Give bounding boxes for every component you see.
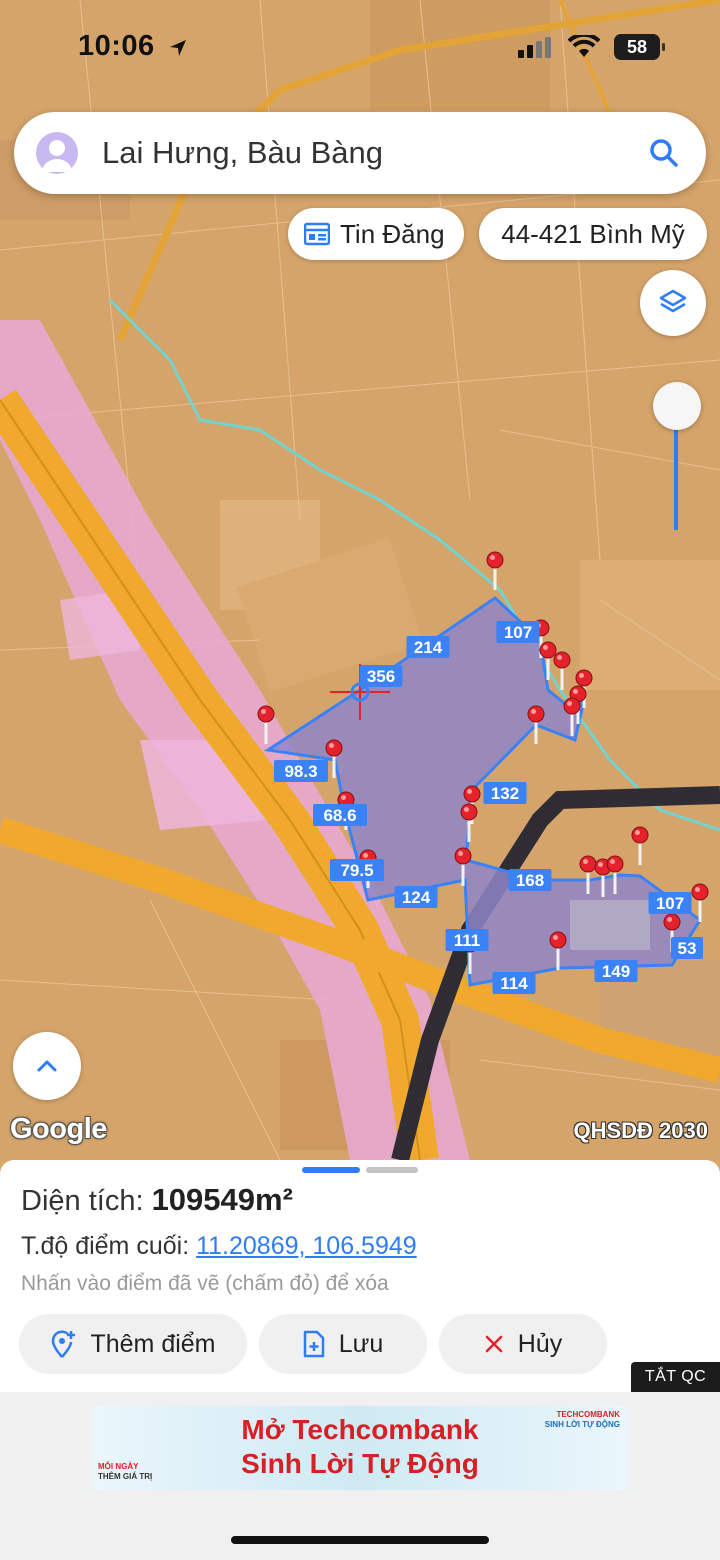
svg-text:214: 214 — [414, 638, 443, 657]
edge-length-label: 114 — [492, 972, 536, 994]
add-point-button[interactable]: Thêm điểm — [19, 1314, 247, 1374]
plan-code-chip[interactable]: 44-421 Bình Mỹ — [479, 208, 707, 260]
save-file-icon — [303, 1330, 325, 1358]
area-value: 109549m² — [151, 1182, 293, 1217]
status-bar: 10:06 58 — [0, 0, 720, 100]
svg-text:168: 168 — [516, 871, 544, 890]
save-label: Lưu — [338, 1329, 384, 1358]
edge-length-label: 168 — [508, 869, 552, 891]
area-row: Diện tích: 109549m² — [21, 1182, 293, 1218]
add-point-label: Thêm điểm — [90, 1329, 216, 1358]
home-indicator[interactable] — [231, 1536, 489, 1544]
cancel-button[interactable]: Hủy — [439, 1314, 607, 1374]
hide-ads-button[interactable]: TẮT QC — [631, 1362, 720, 1392]
bottom-sheet: Diện tích: 109549m² T.độ điểm cuối: 11.2… — [0, 1160, 720, 1392]
status-icons: 58 — [518, 34, 665, 60]
sheet-handle[interactable] — [366, 1167, 418, 1173]
edge-length-label: 111 — [445, 929, 489, 951]
google-logo: Google — [10, 1113, 107, 1145]
edge-length-label: 132 — [483, 782, 527, 804]
area-label: Diện tích: — [21, 1185, 152, 1217]
coord-row: T.độ điểm cuối: 11.20869, 106.5949 — [21, 1232, 417, 1261]
svg-text:132: 132 — [491, 784, 519, 803]
edge-length-label: 53 — [671, 937, 703, 959]
calendar-icon — [304, 222, 330, 246]
svg-text:68.6: 68.6 — [323, 806, 356, 825]
edge-length-label: 107 — [496, 621, 540, 643]
collapse-button[interactable] — [13, 1032, 81, 1100]
ad-brand-name: TECHCOMBANK — [556, 1410, 620, 1419]
listings-chip-label: Tin Đăng — [340, 218, 445, 249]
ad-brand-tag: SINH LỜI TỰ ĐỘNG — [544, 1420, 620, 1429]
layers-icon — [659, 289, 687, 313]
coord-label: T.độ điểm cuối: — [21, 1232, 197, 1260]
cancel-label: Hủy — [517, 1329, 563, 1358]
edge-length-label: 149 — [594, 960, 638, 982]
edge-length-label: 214 — [406, 636, 450, 658]
svg-text:107: 107 — [656, 894, 684, 913]
location-arrow-icon — [170, 40, 186, 56]
sheet-handle-active[interactable] — [302, 1167, 360, 1173]
edge-length-label: 356 — [359, 665, 403, 687]
user-icon — [42, 140, 72, 172]
svg-text:79.5: 79.5 — [340, 861, 373, 880]
ad-title-line-2: Sinh Lời Tự Động — [241, 1448, 479, 1479]
svg-text:114: 114 — [500, 974, 528, 993]
wifi-icon — [568, 35, 600, 57]
ad-banner[interactable]: Mở Techcombank Sinh Lời Tự Động MỖI NGÀY… — [92, 1406, 628, 1490]
ad-tagline-1: MỖI NGÀY — [98, 1462, 139, 1471]
svg-text:111: 111 — [454, 931, 481, 950]
plan-code-label: 44-421 Bình Mỹ — [501, 218, 685, 249]
layers-button[interactable] — [640, 270, 706, 336]
edge-length-label: 124 — [394, 886, 438, 908]
listings-chip[interactable]: Tin Đăng — [288, 208, 464, 260]
coord-link[interactable]: 11.20869, 106.5949 — [196, 1232, 417, 1260]
ad-tagline: MỖI NGÀY THÊM GIÁ TRỊ — [98, 1462, 152, 1482]
avatar[interactable] — [36, 132, 78, 174]
search-bar[interactable]: Lai Hưng, Bàu Bàng — [14, 112, 706, 194]
edge-length-label: 79.5 — [330, 859, 384, 881]
svg-text:124: 124 — [402, 888, 431, 907]
edge-length-label: 98.3 — [274, 760, 328, 782]
search-input[interactable]: Lai Hưng, Bàu Bàng — [102, 135, 644, 171]
edge-length-label: 68.6 — [313, 804, 367, 826]
add-location-icon — [50, 1329, 76, 1359]
battery-icon: 58 — [614, 34, 665, 60]
chevron-up-icon — [37, 1060, 57, 1072]
plan-layer-label: QHSDĐ 2030 — [573, 1118, 708, 1143]
screen: 214 356 107 98.3 68.6 132 79.5 124 168 107 111 53 11… — [0, 0, 720, 1560]
save-button[interactable]: Lưu — [259, 1314, 427, 1374]
ad-tagline-2: THÊM GIÁ TRỊ — [98, 1472, 153, 1481]
search-icon[interactable] — [644, 133, 684, 173]
close-icon — [484, 1334, 504, 1354]
svg-text:98.3: 98.3 — [284, 762, 317, 781]
ad-strip: Mở Techcombank Sinh Lời Tự Động MỖI NGÀY… — [0, 1392, 720, 1560]
action-row: Thêm điểm Lưu Hủy — [19, 1314, 607, 1374]
signal-icon — [518, 37, 551, 58]
opacity-slider-knob[interactable] — [653, 382, 701, 430]
status-time: 10:06 — [78, 30, 155, 62]
svg-text:107: 107 — [504, 623, 532, 642]
svg-text:53: 53 — [678, 939, 697, 958]
svg-text:356: 356 — [367, 667, 395, 686]
delete-hint: Nhấn vào điểm đã vẽ (chấm đỏ) để xóa — [21, 1272, 389, 1295]
svg-text:149: 149 — [602, 962, 630, 981]
ad-brand: TECHCOMBANK SINH LỜI TỰ ĐỘNG — [545, 1410, 620, 1430]
opacity-slider-track[interactable] — [674, 420, 678, 530]
edge-length-label: 107 — [648, 892, 692, 914]
